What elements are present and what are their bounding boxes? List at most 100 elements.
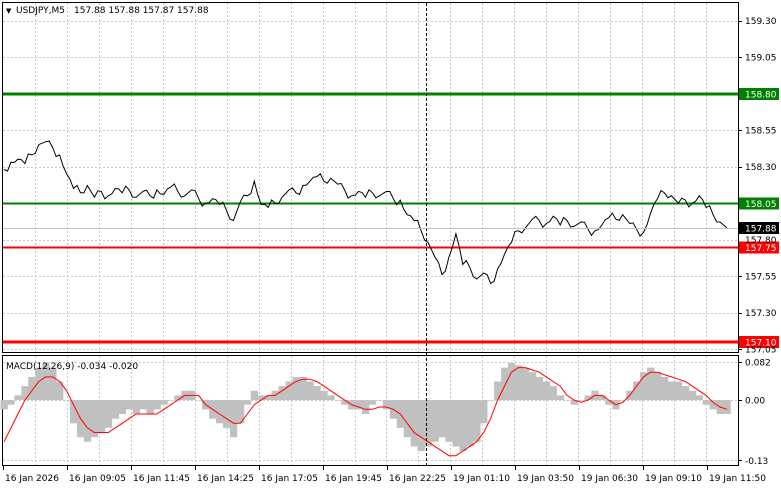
macd-histogram-bar (320, 390, 328, 401)
macd-histogram-bar (445, 400, 453, 442)
price-tick-label: 158.55 (745, 127, 777, 137)
symbol-dropdown-icon[interactable]: ▼ (6, 7, 12, 15)
macd-histogram-bar (681, 386, 690, 400)
price-tick-label: 157.05 (745, 346, 777, 356)
chart-canvas[interactable]: 158.80158.05157.75157.10 ▼ USDJPY,M5 157… (0, 0, 781, 489)
time-axis: 16 Jan 2026 16 Jan 09:05 16 Jan 11:45 16 Ja… (3, 465, 766, 484)
time-tick-label: 19 Jan 01:10 (453, 474, 510, 484)
time-tick-label: 16 Jan 19:45 (325, 474, 382, 484)
macd-histogram-bar (723, 400, 731, 414)
macd-histogram-bar (459, 400, 467, 452)
macd-tick-label: -0.13 (745, 457, 768, 467)
macd-histogram-bar (494, 381, 502, 401)
macd-histogram-bar (139, 400, 147, 410)
macd-tick-label: 0.082 (745, 359, 771, 369)
macd-histogram-bar (90, 400, 99, 438)
macd-histogram-bar (49, 367, 57, 401)
macd-histogram-bar (508, 363, 516, 401)
macd-histogram-bar (674, 381, 683, 401)
macd-histogram-bar (480, 400, 488, 424)
macd-histogram-bar (417, 400, 425, 452)
macd-histogram-bar (577, 400, 585, 401)
macd-histogram-bar (223, 400, 231, 428)
macd-histogram-bar (132, 400, 140, 414)
time-tick-label: 16 Jan 17:05 (261, 474, 318, 484)
time-tick-label: 16 Jan 2026 (5, 474, 59, 484)
macd-histogram-bar (362, 400, 370, 414)
current-price-label: 157.88 (745, 225, 777, 235)
macd-histogram-bar (0, 400, 8, 410)
time-tick-label: 16 Jan 22:25 (389, 474, 446, 484)
macd-histogram-bar (70, 400, 78, 424)
time-tick-label: 19 Jan 11:50 (709, 474, 766, 484)
macd-histogram-bar (264, 395, 272, 400)
macd-histogram-bar (424, 400, 432, 447)
macd-histogram-bar (654, 372, 662, 400)
symbol-label: USDJPY,M5 (16, 6, 65, 16)
macd-histogram-bar (111, 400, 120, 419)
macd-histogram-bar (21, 386, 29, 400)
trading-chart-window[interactable]: 158.80 158.05 157.75 157.10 ▼ USDJPY,M5 157… (0, 0, 781, 489)
macd-histogram-bar (146, 400, 154, 414)
time-tick-label: 19 Jan 06:30 (581, 474, 638, 484)
macd-histogram-bar (14, 395, 22, 400)
macd-histogram-bar (501, 367, 509, 401)
macd-histogram-bar (556, 395, 564, 400)
macd-histogram-bar (229, 400, 238, 438)
macd-histogram-bar (688, 390, 697, 401)
macd-histogram-bar (334, 400, 342, 401)
macd-histogram-bar (7, 400, 15, 405)
macd-title: MACD(12,26,9) -0.034 -0.020 (6, 362, 138, 372)
macd-histogram-bar (63, 400, 71, 401)
macd-histogram-bar (431, 400, 439, 442)
macd-histogram-bar (153, 400, 161, 410)
macd-histogram-bar (515, 365, 523, 401)
macd-tick-label: 0.00 (745, 397, 765, 407)
time-tick-label: 19 Jan 09:10 (645, 474, 702, 484)
macd-histogram-bar (125, 400, 133, 410)
macd-histogram-bar (195, 400, 203, 401)
price-tick-label: 157.55 (745, 273, 777, 283)
macd-histogram-bar (452, 400, 460, 447)
macd-histogram-bar (369, 400, 377, 405)
resistance-level-label: 158.80 (745, 91, 777, 101)
macd-histogram-bar (167, 400, 175, 401)
time-tick-label: 16 Jan 14:25 (197, 474, 254, 484)
macd-histogram-bar (313, 386, 321, 400)
time-tick-label: 19 Jan 03:50 (517, 474, 574, 484)
macd-histogram-bar (104, 400, 113, 428)
macd-histogram-bar (160, 400, 168, 405)
macd-axis: 0.082 0.00 -0.13 (738, 359, 771, 467)
macd-histogram-bar (83, 400, 92, 442)
macd-histogram-bar (375, 400, 384, 401)
macd-histogram-bar (535, 376, 544, 401)
macd-histogram-bar (549, 386, 557, 400)
macd-histogram-bar (563, 400, 571, 401)
price-tick-label: 159.30 (745, 17, 777, 27)
macd-histogram-bar (542, 381, 551, 401)
macd-histogram-bar (487, 400, 495, 401)
macd-histogram-bar (438, 400, 446, 438)
time-tick-label: 16 Jan 11:45 (133, 474, 190, 484)
macd-histogram-bar (695, 395, 703, 400)
macd-histogram-bar (466, 400, 474, 447)
price-tick-label: 159.05 (745, 54, 777, 64)
macd-histogram-bar (306, 381, 314, 401)
resistance-level-label: 158.05 (745, 200, 777, 210)
price-tick-label: 158.30 (745, 163, 777, 173)
macd-histogram-bar (702, 400, 710, 405)
macd-histogram-bar (97, 400, 106, 433)
macd-histogram-bar (243, 400, 252, 405)
price-tick-label: 157.80 (745, 236, 777, 246)
macd-histogram-bar (521, 367, 530, 401)
time-tick-label: 16 Jan 09:05 (69, 474, 126, 484)
macd-histogram-bar (633, 381, 641, 401)
macd-histogram-bar (278, 386, 286, 400)
macd-histogram-bar (667, 381, 676, 401)
ohlc-readout: 157.88 157.88 157.87 157.88 (74, 6, 209, 16)
macd-histogram-bar (327, 395, 335, 400)
macd-histogram-bar (528, 372, 537, 400)
price-tick-label: 157.30 (745, 309, 777, 319)
macd-histogram-bar (28, 376, 36, 401)
macd-histogram-bar (661, 376, 669, 401)
